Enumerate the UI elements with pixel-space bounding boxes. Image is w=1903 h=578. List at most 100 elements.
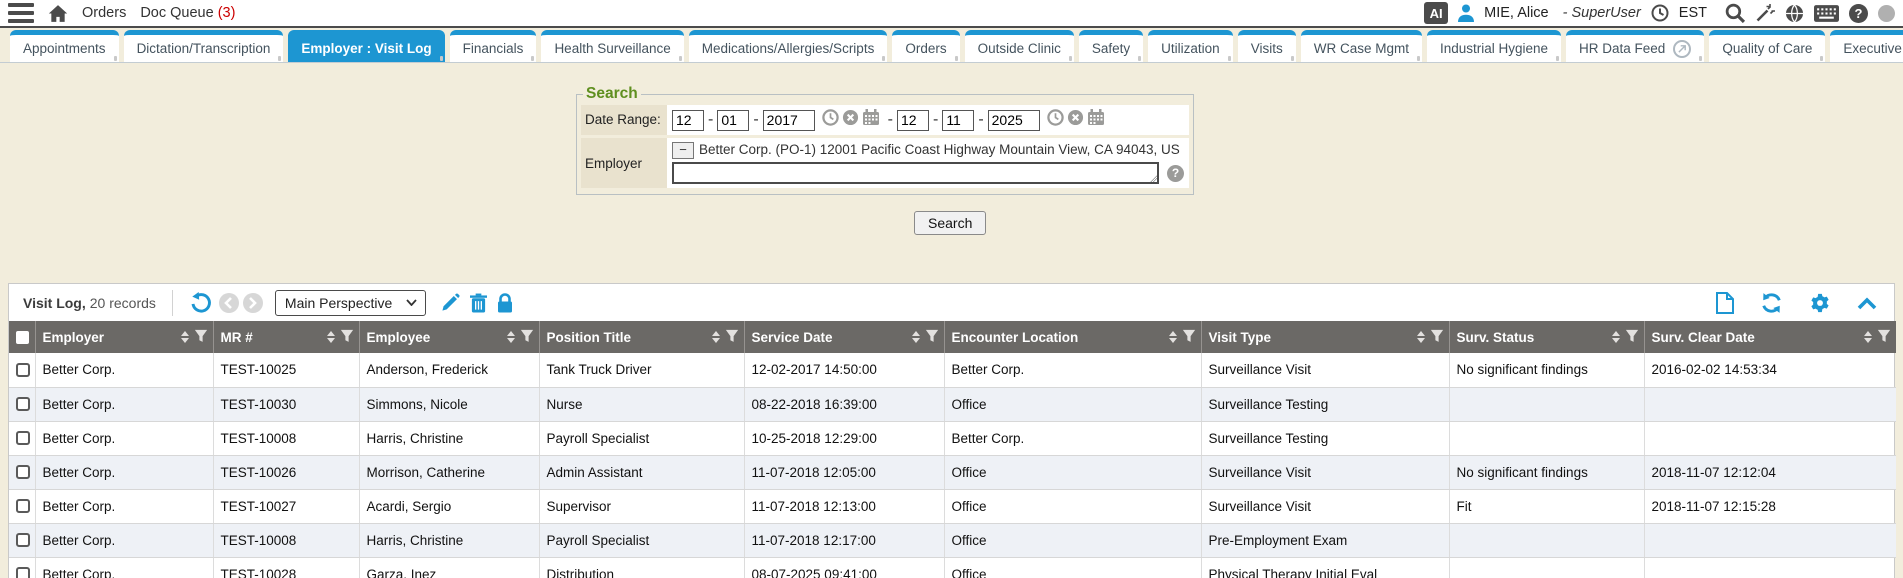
row-checkbox[interactable]	[16, 397, 30, 411]
tab-appointments[interactable]: Appointments	[10, 30, 119, 62]
sort-icon[interactable]	[327, 331, 335, 343]
delete-perspective-icon[interactable]	[470, 293, 487, 313]
tab-medications-allergies-scripts[interactable]: Medications/Allergies/Scripts	[689, 30, 888, 62]
to-calendar-icon[interactable]	[1087, 109, 1105, 131]
filter-funnel-icon[interactable]	[520, 329, 534, 346]
new-document-icon[interactable]	[1716, 292, 1734, 314]
to-day-input[interactable]	[942, 110, 974, 131]
column-header-surv-status[interactable]: Surv. Status	[1449, 321, 1644, 353]
edit-perspective-icon[interactable]	[441, 293, 460, 312]
filter-funnel-icon[interactable]	[1625, 329, 1639, 346]
filter-funnel-icon[interactable]	[340, 329, 354, 346]
perspective-select[interactable]: Main Perspective	[275, 290, 426, 316]
search-button[interactable]: Search	[914, 211, 986, 235]
filter-funnel-icon[interactable]	[925, 329, 939, 346]
sort-icon[interactable]	[1864, 331, 1872, 343]
tab-hr-data-feed[interactable]: HR Data Feed	[1566, 30, 1704, 62]
table-row[interactable]: Better Corp.TEST-10008Harris, ChristineP…	[9, 421, 1896, 455]
tab-utilization[interactable]: Utilization	[1148, 30, 1233, 62]
column-header-visit-type[interactable]: Visit Type	[1201, 321, 1449, 353]
grid-title: Visit Log,	[23, 295, 86, 311]
row-checkbox[interactable]	[16, 465, 30, 479]
column-header-surv-clear-date[interactable]: Surv. Clear Date	[1644, 321, 1896, 353]
home-icon[interactable]	[48, 4, 68, 23]
search-icon[interactable]	[1725, 3, 1745, 23]
column-header-encounter-location[interactable]: Encounter Location	[944, 321, 1201, 353]
undo-icon[interactable]	[190, 292, 212, 314]
filter-funnel-icon[interactable]	[1430, 329, 1444, 346]
keyboard-icon[interactable]	[1814, 5, 1839, 22]
column-header-employer[interactable]: Employer	[35, 321, 213, 353]
wand-icon[interactable]	[1755, 3, 1775, 23]
row-checkbox[interactable]	[16, 499, 30, 513]
from-clear-icon[interactable]	[842, 109, 859, 131]
from-year-input[interactable]	[763, 110, 815, 131]
column-header-employee[interactable]: Employee	[359, 321, 539, 353]
sort-icon[interactable]	[181, 331, 189, 343]
to-month-input[interactable]	[897, 110, 929, 131]
ai-badge[interactable]: AI	[1424, 2, 1448, 24]
tab-financials[interactable]: Financials	[450, 30, 537, 62]
to-time-icon[interactable]	[1047, 109, 1064, 131]
tab-outside-clinic[interactable]: Outside Clinic	[965, 30, 1074, 62]
row-checkbox[interactable]	[16, 431, 30, 445]
sort-icon[interactable]	[1169, 331, 1177, 343]
table-row[interactable]: Better Corp.TEST-10030Simmons, NicoleNur…	[9, 387, 1896, 421]
lock-perspective-icon[interactable]	[497, 293, 513, 313]
tab-wr-case-mgmt[interactable]: WR Case Mgmt	[1301, 30, 1422, 62]
user-icon[interactable]	[1458, 4, 1474, 22]
column-header-position-title[interactable]: Position Title	[539, 321, 744, 353]
nav-orders[interactable]: Orders	[82, 5, 126, 21]
row-checkbox[interactable]	[16, 567, 30, 578]
prev-page-icon[interactable]	[219, 293, 239, 313]
remove-employer-button[interactable]: −	[672, 142, 694, 159]
to-clear-icon[interactable]	[1067, 109, 1084, 131]
tab-dictation-transcription[interactable]: Dictation/Transcription	[124, 30, 284, 62]
row-checkbox[interactable]	[16, 363, 30, 377]
from-month-input[interactable]	[672, 110, 704, 131]
tab-quality-of-care[interactable]: Quality of Care	[1709, 30, 1825, 62]
employer-help-icon[interactable]: ?	[1167, 165, 1184, 182]
sort-icon[interactable]	[712, 331, 720, 343]
filter-funnel-icon[interactable]	[1877, 329, 1891, 346]
filter-funnel-icon[interactable]	[194, 329, 208, 346]
table-row[interactable]: Better Corp.TEST-10025Anderson, Frederic…	[9, 353, 1896, 387]
to-year-input[interactable]	[988, 110, 1040, 131]
sort-icon[interactable]	[507, 331, 515, 343]
tab-orders[interactable]: Orders	[892, 30, 959, 62]
table-row[interactable]: Better Corp.TEST-10027Acardi, SergioSupe…	[9, 489, 1896, 523]
filter-funnel-icon[interactable]	[725, 329, 739, 346]
column-header-service-date[interactable]: Service Date	[744, 321, 944, 353]
from-time-icon[interactable]	[822, 109, 839, 131]
next-page-icon[interactable]	[243, 293, 263, 313]
from-day-input[interactable]	[717, 110, 749, 131]
from-calendar-icon[interactable]	[862, 109, 880, 131]
cell-service-date: 08-22-2018 16:39:00	[744, 387, 944, 421]
sort-icon[interactable]	[1612, 331, 1620, 343]
tab-drag-dot	[278, 56, 281, 61]
tab-industrial-hygiene[interactable]: Industrial Hygiene	[1427, 30, 1561, 62]
hamburger-menu-icon[interactable]	[8, 3, 34, 23]
settings-gear-icon[interactable]	[1809, 292, 1831, 314]
refresh-icon[interactable]	[1760, 292, 1783, 314]
row-checkbox[interactable]	[16, 533, 30, 547]
tab-visits[interactable]: Visits	[1238, 30, 1296, 62]
tab-health-surveillance[interactable]: Health Surveillance	[541, 30, 683, 62]
table-row[interactable]: Better Corp.TEST-10026Morrison, Catherin…	[9, 455, 1896, 489]
select-all-checkbox[interactable]	[16, 331, 29, 344]
globe-icon[interactable]	[1785, 4, 1804, 23]
sort-icon[interactable]	[912, 331, 920, 343]
column-header-mr[interactable]: MR #	[213, 321, 359, 353]
table-row[interactable]: Better Corp.TEST-10008Harris, ChristineP…	[9, 523, 1896, 557]
table-row[interactable]: Better Corp.TEST-10028Garza, InezDistrib…	[9, 557, 1896, 578]
employer-search-input[interactable]	[672, 162, 1159, 184]
help-icon[interactable]: ?	[1849, 4, 1868, 23]
tab-executive[interactable]: Executive	[1830, 30, 1903, 62]
tab-employer-visit-log[interactable]: Employer : Visit Log	[288, 30, 444, 62]
clock-icon[interactable]	[1651, 4, 1669, 22]
sort-icon[interactable]	[1417, 331, 1425, 343]
nav-doc-queue[interactable]: Doc Queue (3)	[140, 5, 235, 21]
collapse-icon[interactable]	[1857, 296, 1877, 310]
tab-safety[interactable]: Safety	[1079, 30, 1143, 62]
filter-funnel-icon[interactable]	[1182, 329, 1196, 346]
